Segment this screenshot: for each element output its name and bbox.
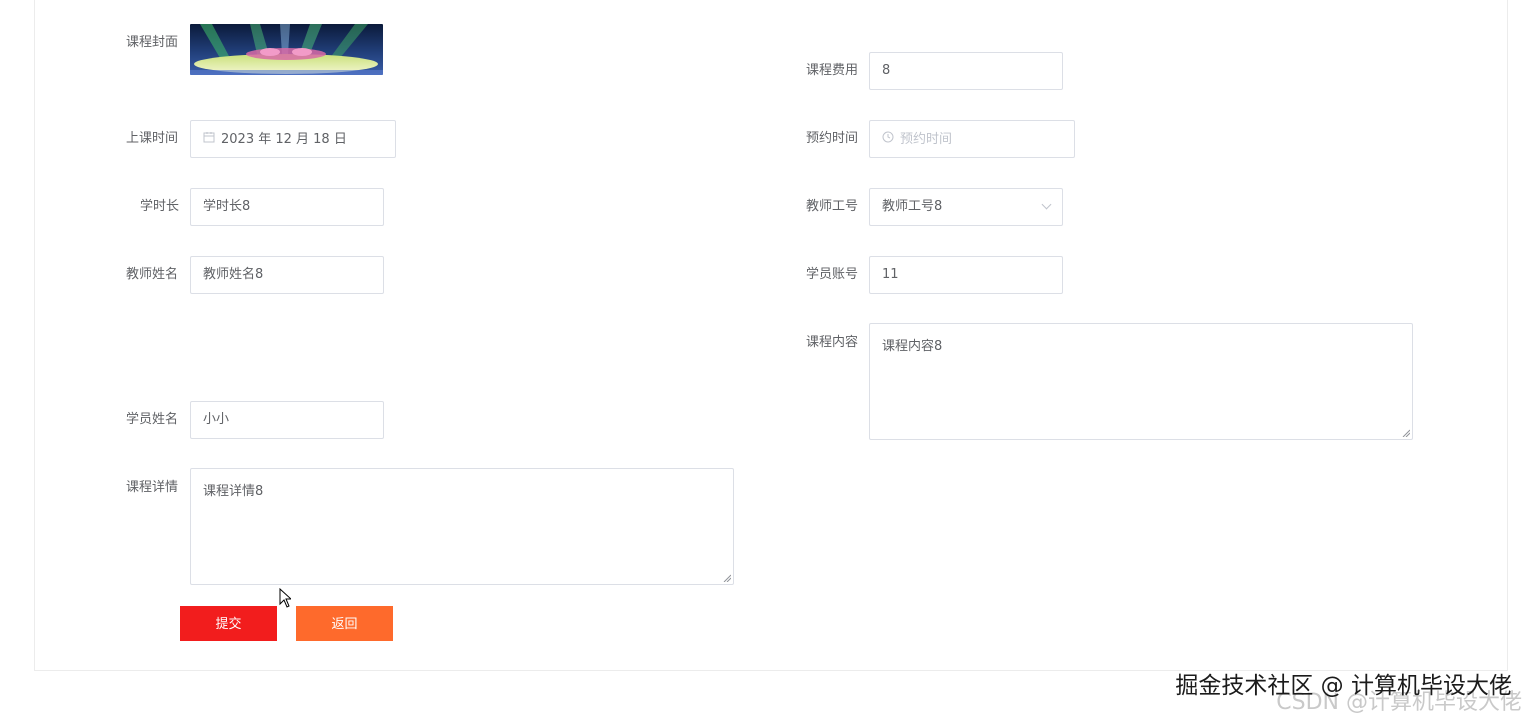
class-time-value: 2023 年 12 月 18 日 <box>221 132 347 147</box>
fee-input[interactable]: 8 <box>869 52 1063 90</box>
teacher-id-select[interactable]: 教师工号8 <box>869 188 1063 226</box>
chevron-down-icon <box>1041 199 1052 210</box>
details-textarea[interactable]: 课程详情8 <box>190 468 734 585</box>
mouse-cursor-icon <box>279 588 291 608</box>
booking-time-placeholder: 预约时间 <box>900 132 953 147</box>
student-account-input[interactable]: 11 <box>869 256 1063 294</box>
back-button[interactable]: 返回 <box>296 606 393 641</box>
details-label: 课程详情 <box>126 480 179 495</box>
hours-label: 学时长 <box>140 199 180 214</box>
class-time-label: 上课时间 <box>126 131 179 146</box>
booking-time-label: 预约时间 <box>806 131 859 146</box>
teacher-name-label: 教师姓名 <box>126 267 179 282</box>
teacher-id-value: 教师工号8 <box>882 199 943 214</box>
course-cover-image[interactable] <box>190 24 383 75</box>
resize-handle[interactable] <box>723 574 731 582</box>
student-name-input[interactable]: 小小 <box>190 401 384 439</box>
fee-value: 8 <box>882 63 891 78</box>
student-account-label: 学员账号 <box>806 267 859 282</box>
teacher-name-value: 教师姓名8 <box>203 267 264 282</box>
class-time-date-picker[interactable]: 2023 年 12 月 18 日 <box>190 120 396 158</box>
content-label: 课程内容 <box>806 335 859 350</box>
student-account-value: 11 <box>882 267 899 282</box>
resize-handle[interactable] <box>1402 429 1410 437</box>
cover-label: 课程封面 <box>126 35 179 50</box>
hours-value: 学时长8 <box>203 199 251 214</box>
content-textarea[interactable]: 课程内容8 <box>869 323 1413 440</box>
details-value: 课程详情8 <box>203 484 264 499</box>
fee-label: 课程费用 <box>806 63 859 78</box>
calendar-icon <box>203 121 215 157</box>
watermark: 掘金技术社区 @ 计算机毕设大佬 <box>1175 673 1512 699</box>
hours-input[interactable]: 学时长8 <box>190 188 384 226</box>
submit-button[interactable]: 提交 <box>180 606 277 641</box>
booking-time-picker[interactable]: 预约时间 <box>869 120 1075 158</box>
clock-icon <box>882 121 894 157</box>
cover-picture <box>190 24 383 75</box>
student-name-value: 小小 <box>203 412 230 427</box>
teacher-name-input[interactable]: 教师姓名8 <box>190 256 384 294</box>
content-value: 课程内容8 <box>882 339 943 354</box>
student-name-label: 学员姓名 <box>126 412 179 427</box>
teacher-id-label: 教师工号 <box>806 199 859 214</box>
